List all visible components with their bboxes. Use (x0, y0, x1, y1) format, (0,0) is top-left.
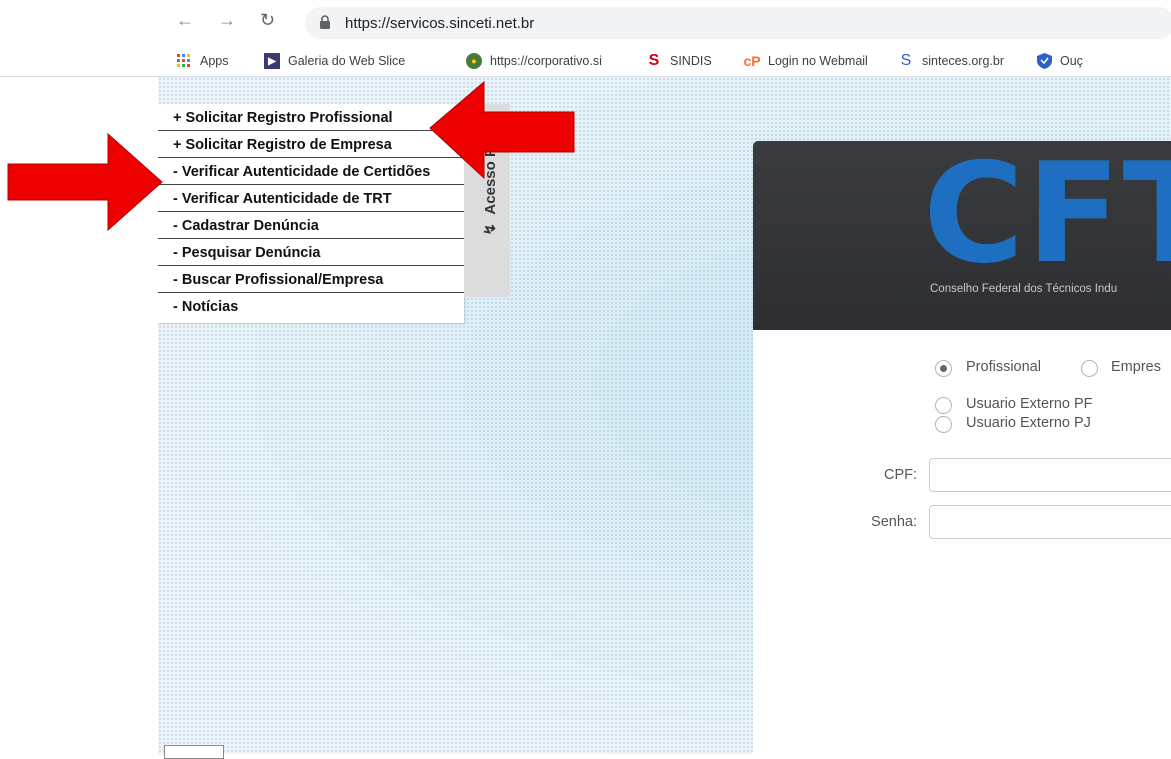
menu-item-solicitar-registro-empresa[interactable]: + Solicitar Registro de Empresa (158, 131, 464, 158)
page-content: + Solicitar Registro Profissional + Soli… (158, 77, 1171, 754)
radio-usuario-externo-pf[interactable] (935, 397, 952, 414)
red-arrow-left-icon (429, 80, 575, 180)
back-arrow-icon[interactable]: ← (176, 10, 194, 31)
bookmark-label: sinteces.org.br (922, 54, 1004, 68)
bookmark-label: Login no Webmail (768, 54, 868, 68)
menu-item-solicitar-registro-profissional[interactable]: + Solicitar Registro Profissional (158, 104, 464, 131)
bookmark-corporativo[interactable]: ● https://corporativo.si (466, 52, 621, 70)
login-card-header: CFT Conselho Federal dos Técnicos Indu (753, 141, 1171, 330)
cpf-input[interactable] (929, 458, 1171, 492)
url-text: https://servicos.sinceti.net.br (345, 15, 535, 32)
menu-item-verificar-trt[interactable]: - Verificar Autenticidade de TRT (158, 185, 464, 212)
forward-arrow-icon[interactable]: → (218, 10, 236, 31)
quick-access-menu: + Solicitar Registro Profissional + Soli… (158, 104, 464, 323)
reload-icon[interactable]: ↻ (260, 10, 275, 31)
radio-profissional[interactable] (935, 360, 952, 377)
sinteces-s-icon: S (900, 52, 912, 69)
bookmarks-bar: Apps ▶ Galeria do Web Slice ● https://co… (0, 44, 1171, 77)
bookmark-sinteces[interactable]: S sinteces.org.br (898, 52, 1004, 70)
cft-logo: CFT (923, 133, 1171, 294)
bookmark-web-slice[interactable]: ▶ Galeria do Web Slice (264, 52, 405, 70)
bookmark-label: SINDIS (670, 54, 712, 68)
menu-item-cadastrar-denuncia[interactable]: - Cadastrar Denúncia (158, 212, 464, 239)
radio-usuario-externo-pj-label: Usuario Externo PJ (966, 415, 1091, 431)
lock-icon (320, 15, 330, 29)
menu-item-verificar-certidoes[interactable]: - Verificar Autenticidade de Certidões (158, 158, 464, 185)
bookmark-webmail[interactable]: cP Login no Webmail (743, 52, 868, 70)
cpanel-icon: cP (743, 53, 761, 69)
radio-usuario-externo-pf-label: Usuario Externo PF (966, 396, 1093, 412)
menu-item-noticias[interactable]: - Notícias (158, 293, 464, 323)
bookmark-apps[interactable]: Apps (176, 52, 229, 70)
red-arrow-right-icon (7, 132, 163, 232)
bookmark-sindis[interactable]: S SINDIS (646, 52, 712, 70)
senha-input[interactable] (929, 505, 1171, 539)
address-bar[interactable]: https://servicos.sinceti.net.br (305, 7, 1171, 39)
apps-grid-icon (176, 53, 192, 69)
login-card-body: Profissional Empres Usuario Externo PF U… (753, 330, 1171, 754)
senha-label: Senha: (871, 514, 917, 530)
radio-profissional-label: Profissional (966, 359, 1041, 375)
menu-item-buscar-profissional-empresa[interactable]: - Buscar Profissional/Empresa (158, 266, 464, 293)
bookmark-label: Galeria do Web Slice (288, 54, 406, 68)
bookmark-label: Ouç (1060, 54, 1083, 68)
browser-toolbar: ← → ↻ https://servicos.sinceti.net.br (0, 0, 1171, 44)
web-slice-icon: ▶ (264, 53, 280, 69)
radio-usuario-externo-pj[interactable] (935, 416, 952, 433)
radio-empresa-label: Empres (1111, 359, 1161, 375)
bolt-icon: ↯ (482, 214, 499, 236)
radio-empresa[interactable] (1081, 360, 1098, 377)
sindis-s-icon: S (648, 52, 660, 69)
bookmark-label: https://corporativo.si (490, 54, 602, 68)
bookmark-label: Apps (200, 54, 229, 68)
logo-subtitle: Conselho Federal dos Técnicos Indu (930, 283, 1118, 295)
globe-icon: ● (466, 53, 482, 69)
menu-item-pesquisar-denuncia[interactable]: - Pesquisar Denúncia (158, 239, 464, 266)
bottom-small-box (164, 745, 224, 759)
bookmark-oucam[interactable]: Ouç (1036, 52, 1083, 70)
shield-icon (1036, 53, 1052, 69)
cpf-label: CPF: (883, 467, 917, 483)
